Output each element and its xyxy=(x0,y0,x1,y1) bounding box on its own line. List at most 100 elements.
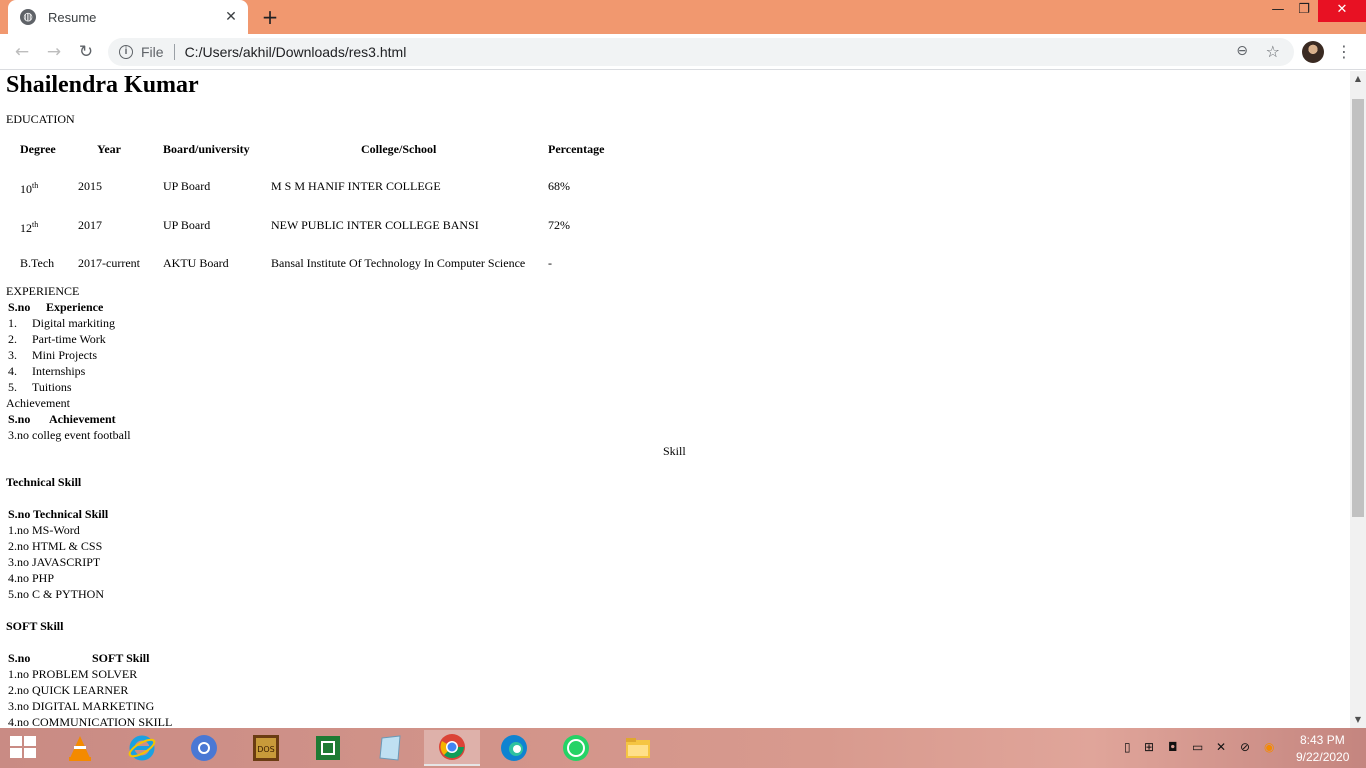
window-close-button[interactable]: ✕ xyxy=(1318,0,1366,22)
edge-icon xyxy=(501,735,527,761)
achievement-heading: Achievement xyxy=(6,396,70,410)
info-icon[interactable]: i xyxy=(119,45,133,59)
dosbox-icon: DOS xyxy=(253,735,279,761)
technical-header-item: Technical Skill xyxy=(33,507,109,521)
education-row-board: UP Board xyxy=(163,218,211,232)
back-arrow-icon[interactable]: ← xyxy=(10,40,34,64)
education-header-percentage: Percentage xyxy=(548,142,605,156)
education-row-year: 2017 xyxy=(78,218,102,232)
no-entry-icon[interactable]: ⊘ xyxy=(1240,740,1250,756)
education-row-degree: 12th xyxy=(20,218,38,235)
tab-title: Resume xyxy=(48,9,97,25)
skill-heading: Skill xyxy=(663,444,686,458)
experience-header-item: Experience xyxy=(46,300,104,314)
education-row-percentage: 68% xyxy=(548,179,570,193)
degree-superscript: th xyxy=(32,181,39,190)
experience-item: Mini Projects xyxy=(32,348,97,362)
education-row-year: 2015 xyxy=(78,179,102,193)
taskbar-internet-explorer[interactable] xyxy=(114,730,170,766)
technical-item: MS-Word xyxy=(32,523,80,537)
profile-avatar[interactable] xyxy=(1302,41,1324,63)
excel-icon xyxy=(316,736,340,760)
vlc-icon xyxy=(69,736,91,761)
experience-item: Digital markiting xyxy=(32,316,115,330)
technical-skill-heading: Technical Skill xyxy=(6,475,82,489)
windows-start-icon[interactable] xyxy=(10,736,38,760)
scrollbar-thumb[interactable] xyxy=(1352,99,1364,517)
volume-muted-icon[interactable]: ✕ xyxy=(1216,740,1226,756)
experience-sno: 5. xyxy=(8,380,17,394)
experience-sno: 4. xyxy=(8,364,17,378)
taskbar-dosbox[interactable]: DOS xyxy=(238,730,294,766)
education-row-college: M S M HANIF INTER COLLEGE xyxy=(271,179,441,193)
notepad-icon xyxy=(379,735,401,761)
education-row-percentage: 72% xyxy=(548,218,570,232)
bookmark-star-icon[interactable]: ☆ xyxy=(1266,42,1280,61)
display-icon[interactable]: ▭ xyxy=(1192,740,1203,756)
reload-icon[interactable]: ↻ xyxy=(74,40,98,64)
technical-header-sno: S.no xyxy=(8,507,31,521)
close-tab-icon[interactable]: ✕ xyxy=(222,8,240,26)
dolby-icon[interactable]: ◘ xyxy=(1168,740,1178,756)
kebab-menu-icon[interactable]: ⋮ xyxy=(1336,40,1352,64)
forward-arrow-icon[interactable]: → xyxy=(42,40,66,64)
restore-button[interactable]: ❐ xyxy=(1290,0,1318,22)
avast-icon[interactable]: ◉ xyxy=(1264,740,1274,756)
url-text[interactable]: C:/Users/akhil/Downloads/res3.html xyxy=(185,44,407,60)
experience-sno: 2. xyxy=(8,332,17,346)
soft-header-sno: S.no xyxy=(8,651,31,665)
soft-item: QUICK LEARNER xyxy=(32,683,129,697)
taskbar-file-explorer[interactable] xyxy=(610,730,666,766)
battery-icon[interactable]: ▯ xyxy=(1124,740,1131,756)
tab-strip: ◍ Resume ✕ + — ❐ ✕ xyxy=(0,0,1366,34)
zoom-out-icon[interactable]: ⊖ xyxy=(1236,43,1248,59)
education-heading: EDUCATION xyxy=(6,112,75,126)
address-bar[interactable]: i File C:/Users/akhil/Downloads/res3.htm… xyxy=(108,38,1294,66)
chromium-icon xyxy=(191,735,217,761)
scroll-up-arrow-icon[interactable]: ▲ xyxy=(1350,71,1366,87)
taskbar-chromium[interactable] xyxy=(176,730,232,766)
technical-item: JAVASCRIPT xyxy=(32,555,101,569)
education-header-degree: Degree xyxy=(20,142,56,156)
experience-item: Part-time Work xyxy=(32,332,106,346)
taskbar-excel[interactable] xyxy=(300,730,356,766)
soft-item: COMMUNICATION SKILL xyxy=(32,715,173,728)
new-tab-button[interactable]: + xyxy=(259,6,281,28)
taskbar-chrome[interactable] xyxy=(424,730,480,766)
experience-header-sno: S.no xyxy=(8,300,31,314)
chrome-icon xyxy=(439,734,465,760)
taskbar-vlc[interactable] xyxy=(52,730,108,766)
minimize-button[interactable]: — xyxy=(1264,0,1292,22)
soft-sno: 2.no xyxy=(8,683,29,697)
network-icon[interactable]: ⊞ xyxy=(1144,740,1154,756)
soft-skill-heading: SOFT Skill xyxy=(6,619,64,633)
taskbar-edge[interactable] xyxy=(486,730,542,766)
vertical-scrollbar[interactable]: ▲ ▼ xyxy=(1350,71,1366,728)
experience-heading: EXPERIENCE xyxy=(6,284,80,298)
scroll-down-arrow-icon[interactable]: ▼ xyxy=(1350,712,1366,728)
degree-value: 12 xyxy=(20,221,32,235)
globe-icon: ◍ xyxy=(20,9,36,25)
education-row-board: UP Board xyxy=(163,179,211,193)
internet-explorer-icon xyxy=(128,735,156,761)
taskbar-whatsapp[interactable] xyxy=(548,730,604,766)
taskbar-clock-time[interactable]: 8:43 PM xyxy=(1300,733,1345,747)
soft-sno: 4.no xyxy=(8,715,29,728)
taskbar-notepad[interactable] xyxy=(362,730,418,766)
tab-resume[interactable]: ◍ Resume ✕ xyxy=(8,0,248,34)
svg-text:DOS: DOS xyxy=(257,745,275,754)
technical-item: PHP xyxy=(32,571,55,585)
url-scheme: File xyxy=(141,44,164,60)
achievement-header-item: Achievement xyxy=(49,412,116,426)
technical-sno: 5.no xyxy=(8,587,29,601)
education-row-percentage: - xyxy=(548,256,552,270)
taskbar-clock-date[interactable]: 9/22/2020 xyxy=(1296,750,1349,764)
page-title: Shailendra Kumar xyxy=(6,72,199,98)
soft-sno: 3.no xyxy=(8,699,29,713)
soft-header-item: SOFT Skill xyxy=(92,651,150,665)
education-row-college: Bansal Institute Of Technology In Comput… xyxy=(271,256,526,270)
degree-superscript: th xyxy=(32,220,39,229)
folder-icon xyxy=(626,738,650,758)
achievement-header-sno: S.no xyxy=(8,412,31,426)
experience-item: Internships xyxy=(32,364,86,378)
